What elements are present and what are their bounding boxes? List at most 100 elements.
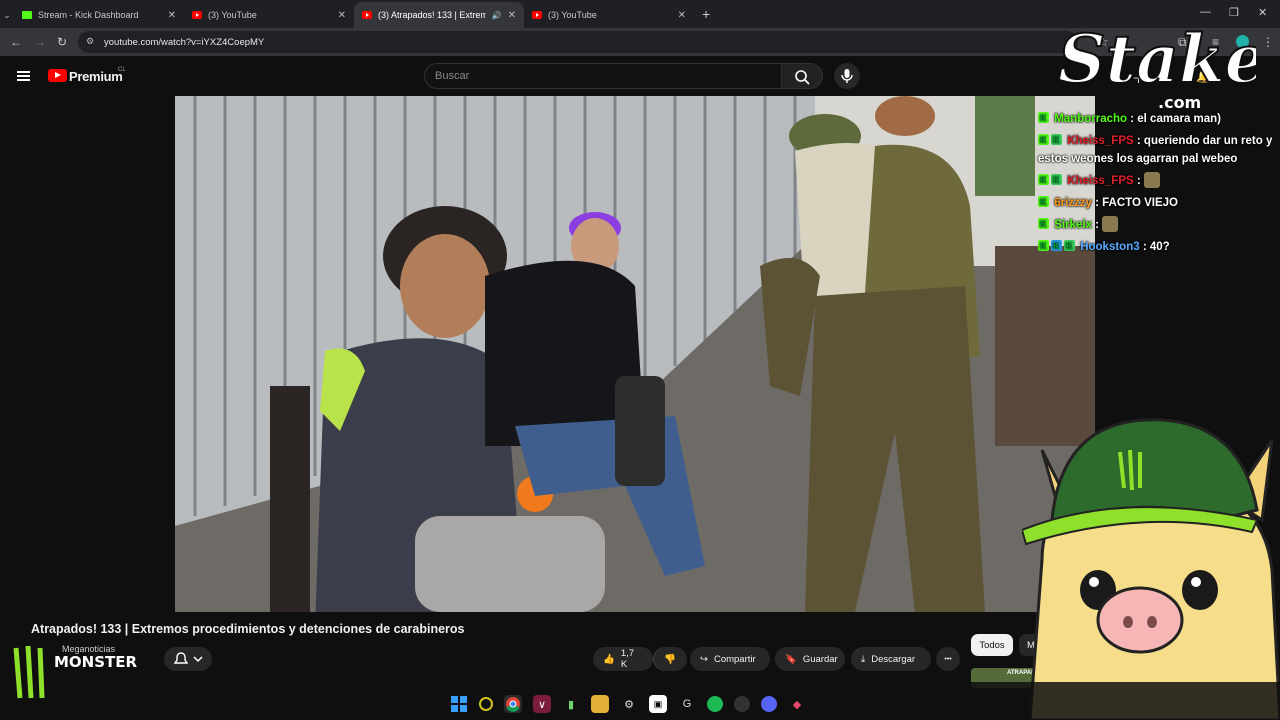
emote-icon: [1143, 172, 1160, 188]
kick-badge-icon: [1038, 131, 1049, 149]
search-button[interactable]: [781, 63, 823, 89]
chat-message: Kheiss_FPS :: [1038, 171, 1280, 190]
kick-badge-icon: [1038, 109, 1049, 127]
chip-all[interactable]: Todos: [971, 634, 1013, 656]
reload-icon[interactable]: ↻: [57, 35, 67, 49]
youtube-icon: [192, 11, 202, 19]
chat-message: Kheiss_FPS : queriendo dar un reto y est…: [1038, 131, 1280, 168]
save-label: Guardar: [802, 653, 838, 665]
kick-badge-icon: [1038, 237, 1049, 255]
share-icon: ↪: [700, 653, 708, 665]
thumbs-up-icon: 👍: [603, 653, 615, 665]
video-title: Atrapados! 133 | Extremos procedimientos…: [31, 622, 465, 636]
back-icon[interactable]: ←: [10, 35, 22, 49]
like-count: 1,7 K: [620, 648, 635, 670]
new-tab-button[interactable]: +: [702, 6, 710, 22]
like-button[interactable]: 👍 1,7 K: [593, 647, 653, 671]
download-button[interactable]: ⤓ Descargar: [851, 647, 931, 671]
spotify-icon[interactable]: [707, 696, 723, 712]
youtube-icon: [362, 11, 372, 19]
chat-username: 6rizzzy: [1054, 197, 1092, 209]
capcut-icon[interactable]: ▣: [649, 695, 667, 713]
tab-title: (3) Atrapados! 133 | Extrem: [378, 10, 486, 20]
app-chart-icon[interactable]: ▮: [562, 695, 580, 713]
kick-badge-icon: [1038, 171, 1049, 189]
forward-icon[interactable]: →: [34, 35, 46, 49]
close-tab-icon[interactable]: ✕: [678, 10, 686, 21]
app-g-icon[interactable]: G: [678, 695, 696, 713]
thumbs-down-icon: 👎: [664, 653, 676, 665]
kick-icon: [22, 11, 32, 19]
subscription-bell-button[interactable]: [164, 647, 212, 671]
share-button[interactable]: ↪ Compartir: [690, 647, 770, 671]
chat-message: 6rizzzy : FACTO VIEJO: [1038, 193, 1280, 212]
kick-badge-icon: [1038, 215, 1049, 233]
taskbar: ∨ ▮ ⚙ ▣ G ◆: [450, 692, 806, 716]
site-info-icon[interactable]: ⚙: [86, 36, 94, 47]
monster-logo: MONSTER Meganoticias: [13, 644, 138, 699]
download-icon: ⤓: [861, 653, 866, 665]
youtube-icon: [532, 11, 542, 19]
close-tab-icon[interactable]: ✕: [338, 10, 346, 21]
chat-username: Manborracho: [1054, 113, 1128, 125]
browser-tab-active[interactable]: (3) Atrapados! 133 | Extrem 🔊 ✕: [354, 2, 524, 28]
chat-text: : 40?: [1142, 241, 1170, 253]
file-explorer-icon[interactable]: [591, 695, 609, 713]
tab-title: Stream - Kick Dashboard: [38, 10, 139, 20]
chip-label: Todos: [979, 639, 1005, 651]
country-code: CL: [118, 67, 126, 73]
cat-mascot-overlay: [1022, 418, 1280, 720]
chat-username: Hookston3: [1080, 241, 1140, 253]
chat-text: :: [1136, 175, 1141, 187]
voice-search-button[interactable]: [834, 63, 860, 89]
chat-overlay: Manborracho : el camara man) Kheiss_FPS …: [1038, 109, 1280, 260]
browser-tab-kick[interactable]: Stream - Kick Dashboard ✕: [14, 2, 184, 28]
chat-message: Manborracho : el camara man): [1038, 109, 1280, 128]
windows-start-icon[interactable]: [450, 695, 468, 713]
search-input[interactable]: Buscar: [424, 63, 782, 89]
save-button[interactable]: 🔖 Guardar: [775, 647, 845, 671]
app-pink-icon[interactable]: ◆: [788, 695, 806, 713]
chat-message: Sirkeix :: [1038, 215, 1280, 234]
gem-badge-icon: [1051, 131, 1062, 149]
url-field[interactable]: ⚙ youtube.com/watch?v=iYXZ4CoepMY: [78, 31, 1078, 53]
close-window-icon[interactable]: ✕: [1258, 6, 1267, 19]
stake-logo: Stake .com: [1057, 19, 1256, 112]
url-text: youtube.com/watch?v=iYXZ4CoepMY: [104, 36, 265, 48]
tab-search-icon[interactable]: ⌄: [0, 2, 14, 28]
kick-badge-icon: [1038, 193, 1049, 211]
app-dark-icon[interactable]: [734, 696, 750, 712]
close-tab-icon[interactable]: ✕: [508, 10, 516, 21]
chat-username: Sirkeix: [1054, 219, 1092, 231]
video-player[interactable]: [175, 96, 1095, 612]
dislike-button[interactable]: 👎: [653, 647, 687, 671]
browser-tab-youtube-1[interactable]: (3) YouTube ✕: [184, 2, 354, 28]
download-label: Descargar: [871, 653, 916, 665]
hamburger-menu-icon[interactable]: [17, 71, 30, 81]
bell-icon: [173, 652, 203, 664]
chat-username: Kheiss_FPS: [1067, 175, 1134, 187]
browser-menu-icon[interactable]: ⋮: [1262, 35, 1274, 49]
browser-tab-youtube-2[interactable]: (3) YouTube ✕: [524, 2, 694, 28]
search-icon: [795, 70, 810, 85]
chat-text: : el camara man): [1130, 113, 1222, 125]
share-label: Compartir: [713, 653, 756, 665]
youtube-logo-icon[interactable]: [48, 69, 67, 82]
youtube-brand[interactable]: Premium: [69, 69, 123, 84]
verified-badge-icon: [1051, 237, 1062, 255]
discord-icon[interactable]: [761, 696, 777, 712]
more-actions-button[interactable]: •••: [936, 647, 960, 671]
channel-name[interactable]: Meganoticias: [62, 644, 116, 654]
chrome-icon[interactable]: [504, 695, 522, 713]
speaker-icon[interactable]: 🔊: [492, 11, 502, 20]
chat-text: : FACTO VIEJO: [1095, 197, 1178, 209]
chat-message: Hookston3 : 40?: [1038, 237, 1280, 256]
microphone-icon: [841, 69, 853, 83]
app-v-icon[interactable]: ∨: [533, 695, 551, 713]
app-settings-icon[interactable]: ⚙: [620, 695, 638, 713]
chat-username: Kheiss_FPS: [1067, 135, 1134, 147]
chat-text: :: [1095, 219, 1099, 231]
monster-logo-text: MONSTER: [54, 653, 138, 671]
app-ring-icon[interactable]: [479, 697, 493, 711]
close-tab-icon[interactable]: ✕: [168, 10, 176, 21]
